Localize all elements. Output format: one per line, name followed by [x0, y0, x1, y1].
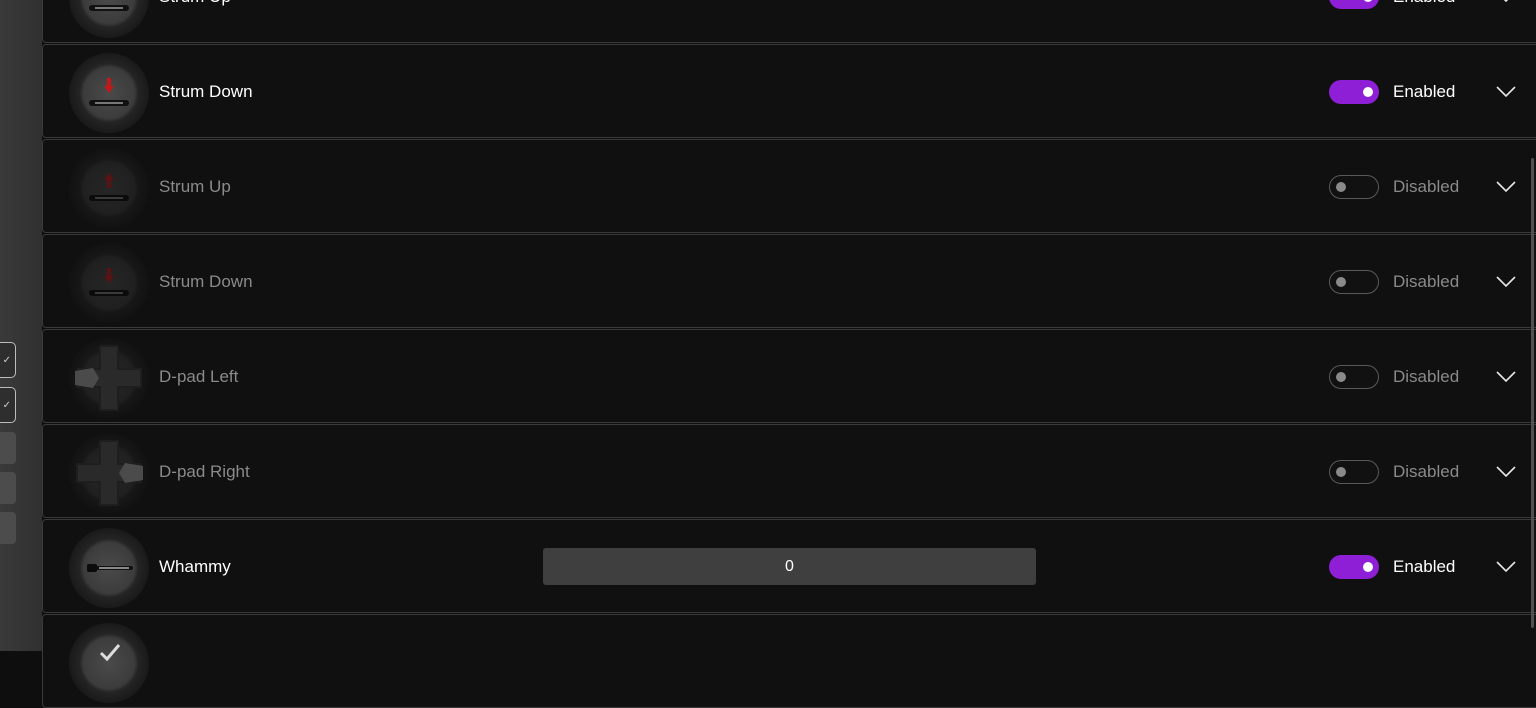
dpad-right-icon — [69, 433, 149, 513]
strum-up-icon — [69, 0, 149, 38]
mapping-row-whammy[interactable]: Whammy 0 Enabled — [42, 519, 1536, 613]
status-text: Enabled — [1393, 557, 1456, 576]
status-text: Enabled — [1393, 82, 1456, 101]
enable-toggle[interactable] — [1329, 80, 1379, 104]
row-label: Strum Down — [159, 82, 253, 101]
chevron-down-icon[interactable] — [1495, 366, 1517, 386]
mapping-row-strum-down[interactable]: Strum Down Enabled — [42, 44, 1536, 138]
enable-toggle[interactable] — [1329, 555, 1379, 579]
mapping-row-dpad-left[interactable]: D-pad Left Disabled — [42, 329, 1536, 423]
status-text: Disabled — [1393, 272, 1460, 291]
whammy-icon — [69, 528, 149, 608]
tilt-icon — [69, 623, 149, 703]
sidebar-button-3[interactable] — [0, 512, 16, 544]
enable-toggle[interactable] — [1329, 270, 1379, 294]
row-label: Strum Up — [159, 0, 231, 44]
status-text: Disabled — [1393, 177, 1460, 196]
enable-toggle[interactable] — [1329, 365, 1379, 389]
mapping-row-strum-up[interactable]: Strum Up Enabled — [42, 0, 1536, 43]
status-text: Disabled — [1393, 462, 1460, 481]
status-text: Disabled — [1393, 367, 1460, 386]
mapping-row-strum-up-2[interactable]: Strum Up Disabled — [42, 139, 1536, 233]
mapping-row-strum-down-2[interactable]: Strum Down Disabled — [42, 234, 1536, 328]
row-label: D-pad Right — [159, 462, 250, 481]
chevron-down-icon[interactable] — [1495, 0, 1517, 6]
check-icon: ✓ — [2, 355, 11, 366]
row-label: Strum Down — [159, 272, 253, 291]
sidebar-button-1[interactable] — [0, 432, 16, 464]
sidebar-checkbox-2[interactable]: ✓ — [0, 387, 16, 423]
scrollbar[interactable] — [1531, 158, 1534, 628]
enable-toggle[interactable] — [1329, 460, 1379, 484]
dpad-left-icon — [69, 338, 149, 418]
strum-up-icon — [69, 148, 149, 228]
chevron-down-icon[interactable] — [1495, 556, 1517, 576]
enable-toggle[interactable] — [1329, 175, 1379, 199]
sidebar-button-2[interactable] — [0, 472, 16, 504]
chevron-down-icon[interactable] — [1495, 176, 1517, 196]
row-label: D-pad Left — [159, 367, 239, 386]
row-label: Whammy — [159, 557, 231, 576]
strum-down-icon — [69, 243, 149, 323]
status-text: Enabled — [1393, 0, 1455, 44]
chevron-down-icon[interactable] — [1495, 461, 1517, 481]
check-icon: ✓ — [2, 400, 11, 411]
whammy-value-bar: 0 — [543, 548, 1036, 585]
chevron-down-icon[interactable] — [1495, 271, 1517, 291]
row-label: Strum Up — [159, 177, 231, 196]
left-sidebar: ✓ ✓ — [0, 0, 42, 651]
chevron-down-icon[interactable] — [1495, 81, 1517, 101]
sidebar-checkbox-1[interactable]: ✓ — [0, 342, 16, 378]
enable-toggle[interactable] — [1329, 0, 1379, 9]
mapping-row-tilt[interactable] — [42, 614, 1536, 708]
strum-down-icon — [69, 53, 149, 133]
mapping-row-dpad-right[interactable]: D-pad Right Disabled — [42, 424, 1536, 518]
